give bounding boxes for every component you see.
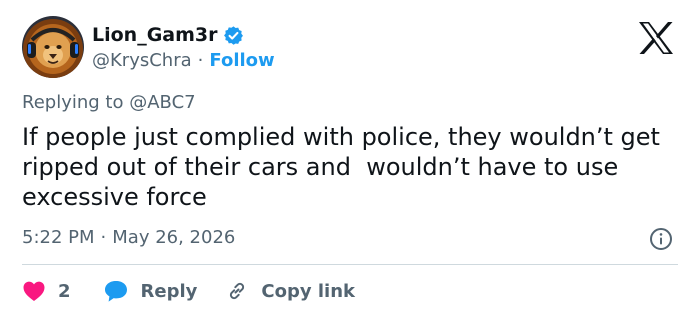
author-display-name[interactable]: Lion_Gam3r [92, 24, 218, 46]
tweet-timestamp[interactable]: 5:22 PM · May 26, 2026 [22, 227, 235, 248]
x-logo-icon[interactable] [636, 20, 676, 56]
author-handle-row: @KrysChra · Follow [92, 48, 275, 72]
author-handle[interactable]: @KrysChra [92, 50, 192, 71]
tweet-text: If people just complied with police, the… [22, 123, 668, 211]
tweet-time: 5:22 PM [22, 227, 95, 248]
divider [22, 264, 678, 265]
avatar[interactable] [22, 16, 84, 78]
copy-link-label: Copy link [261, 280, 355, 302]
separator-dot: · [100, 227, 107, 248]
reply-button[interactable]: Reply [103, 279, 198, 303]
speech-bubble-icon [104, 281, 127, 302]
author-name-row: Lion_Gam3r [92, 22, 244, 48]
heart-icon [23, 281, 45, 301]
like-count: 2 [58, 280, 71, 302]
action-bar: 2 Reply Copy link [22, 277, 355, 305]
replying-to-mention[interactable]: @ABC7 [129, 92, 195, 113]
copy-link-button[interactable]: Copy link [225, 279, 355, 303]
reply-label: Reply [140, 280, 198, 302]
verified-badge-icon [223, 25, 244, 46]
separator-dot: · [197, 49, 204, 71]
follow-button[interactable]: Follow [209, 50, 274, 71]
replying-to-prefix: Replying to [22, 92, 124, 113]
info-icon[interactable] [649, 227, 673, 251]
link-icon [230, 282, 245, 300]
lion-avatar-image [22, 16, 84, 78]
tweet-date: May 26, 2026 [112, 227, 236, 248]
replying-to-line: Replying to @ABC7 [22, 92, 196, 113]
like-button[interactable]: 2 [22, 280, 71, 302]
